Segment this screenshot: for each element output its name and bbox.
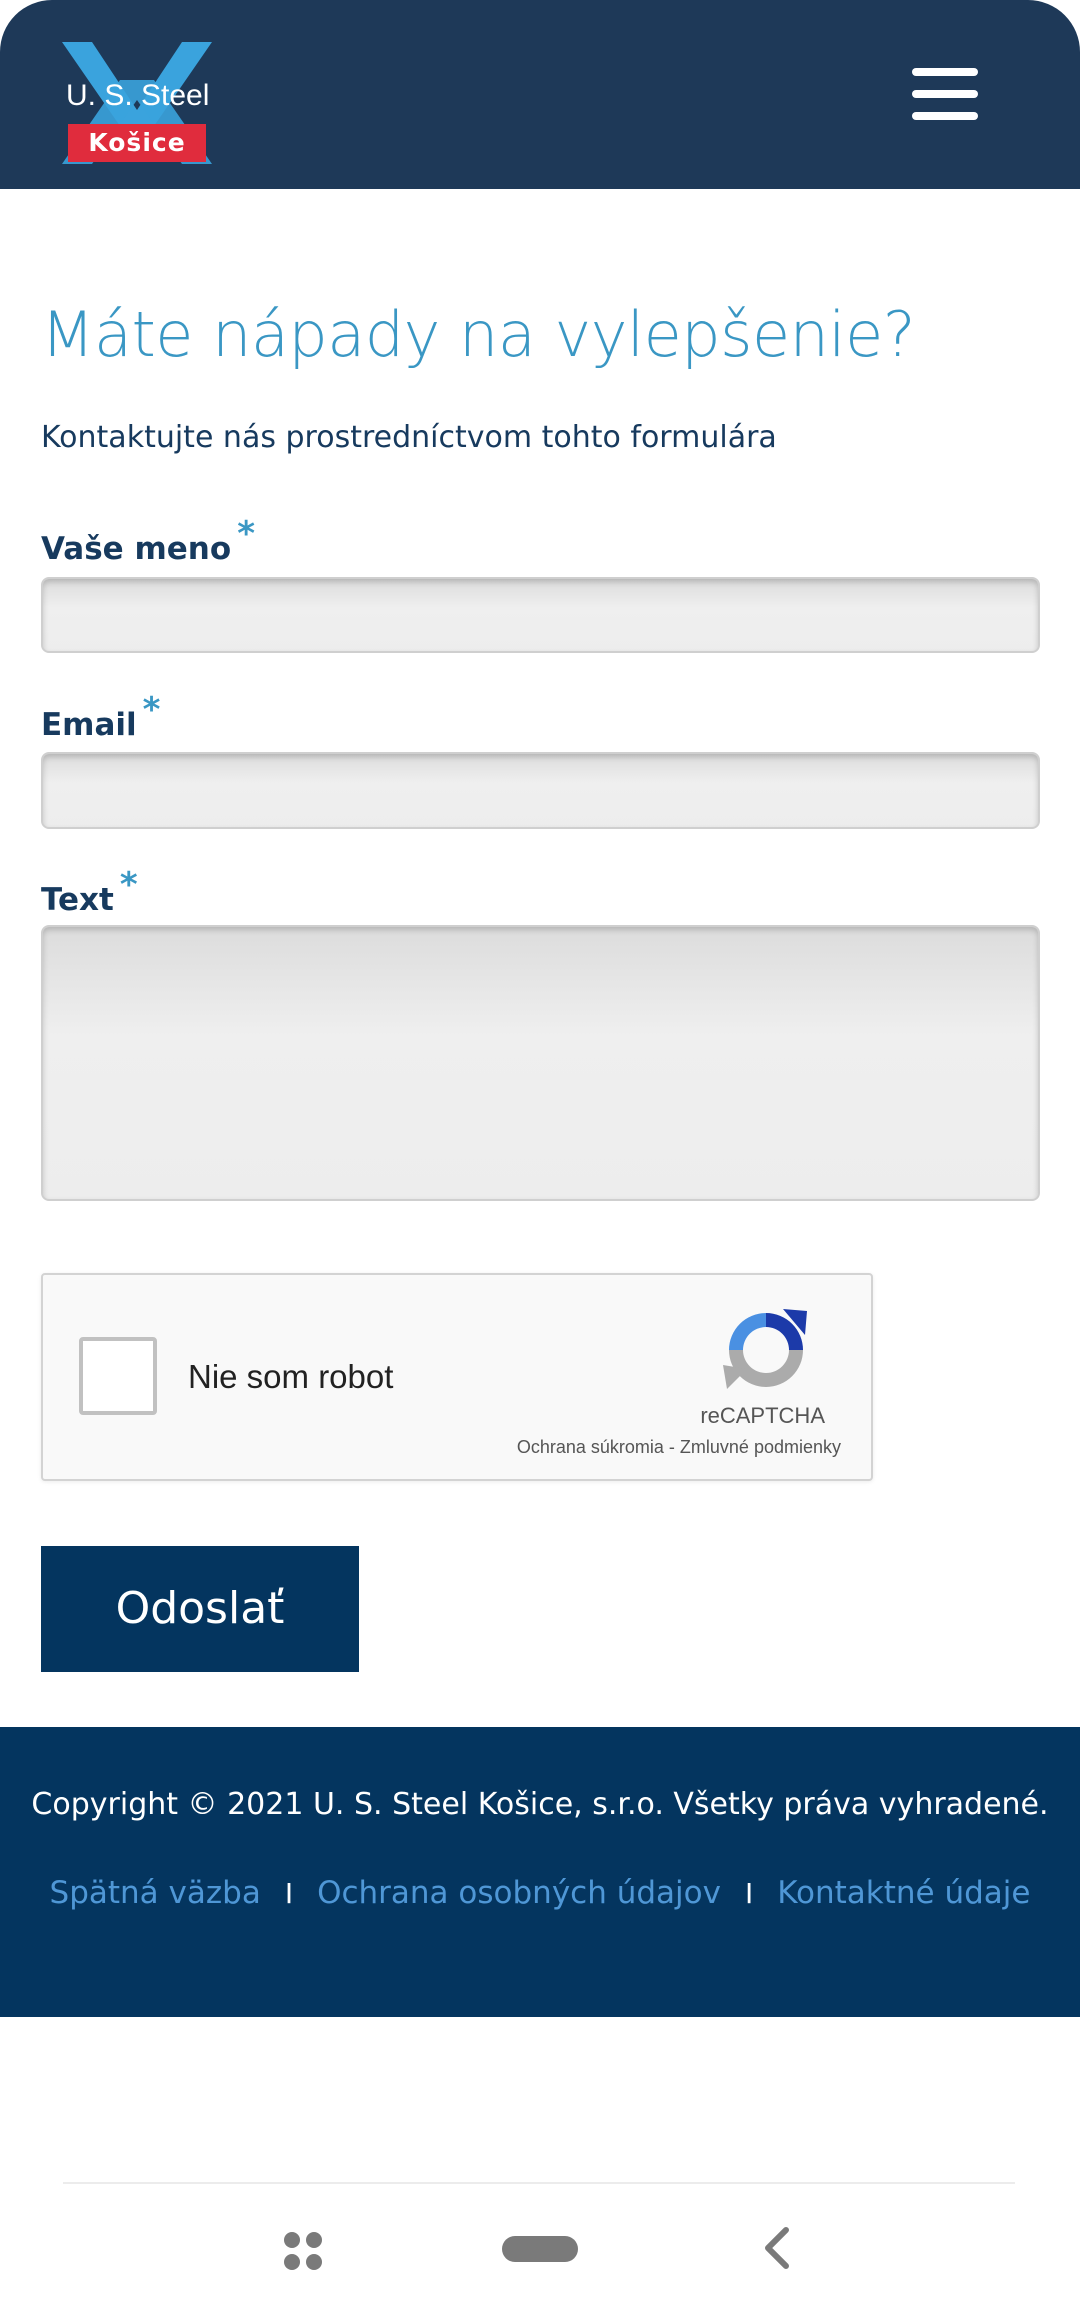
recaptcha-widget: Nie som robot reCAPTCHA Ochrana súkromia… — [41, 1273, 873, 1481]
recaptcha-checkbox[interactable] — [79, 1337, 157, 1415]
text-label-text: Text — [41, 882, 114, 918]
footer-separator: I — [744, 1877, 754, 1910]
text-area[interactable] — [41, 925, 1040, 1201]
email-label-text: Email — [41, 707, 137, 743]
us-steel-kosice-logo[interactable]: U. S. Steel Košice — [62, 40, 212, 164]
recent-apps-icon[interactable] — [284, 2232, 322, 2270]
recaptcha-links-separator: - — [663, 1437, 680, 1457]
footer-link-contact[interactable]: Kontaktné údaje — [777, 1875, 1030, 1911]
site-footer: Copyright © 2021 U. S. Steel Košice, s.r… — [0, 1727, 1080, 2017]
logo-text: U. S. Steel — [66, 79, 210, 112]
name-label-text: Vaše meno — [41, 531, 232, 567]
recaptcha-terms-link[interactable]: Zmluvné podmienky — [680, 1437, 841, 1457]
footer-links: Spätná väzba I Ochrana osobných údajov I Kon… — [0, 1875, 1080, 1911]
footer-link-privacy[interactable]: Ochrana osobných údajov — [317, 1875, 721, 1911]
submit-button[interactable]: Odoslať — [41, 1546, 359, 1672]
nav-bar-divider — [63, 2182, 1015, 2184]
recaptcha-brand: reCAPTCHA — [700, 1403, 825, 1428]
back-icon[interactable] — [760, 2226, 792, 2270]
email-label: Email * — [41, 690, 160, 744]
required-asterisk: * — [119, 865, 138, 905]
name-label: Vaše meno * — [41, 514, 255, 568]
text-label: Text * — [41, 865, 138, 919]
required-asterisk: * — [237, 514, 255, 554]
email-input[interactable] — [41, 752, 1040, 829]
footer-link-feedback[interactable]: Spätná väzba — [50, 1875, 261, 1911]
hamburger-menu-icon[interactable] — [912, 68, 978, 120]
recaptcha-links: Ochrana súkromia - Zmluvné podmienky — [517, 1437, 841, 1458]
page-title: Máte nápady na vylepšenie? — [41, 298, 916, 371]
recaptcha-label: Nie som robot — [188, 1358, 394, 1395]
logo-badge: Košice — [68, 124, 206, 162]
footer-separator: I — [284, 1877, 294, 1910]
recaptcha-privacy-link[interactable]: Ochrana súkromia — [517, 1437, 664, 1457]
recaptcha-logo-icon — [723, 1309, 807, 1389]
home-button[interactable] — [502, 2236, 578, 2262]
required-asterisk: * — [142, 690, 161, 730]
copyright-text: Copyright © 2021 U. S. Steel Košice, s.r… — [31, 1787, 1049, 1822]
site-header: U. S. Steel Košice — [0, 0, 1080, 189]
name-input[interactable] — [41, 577, 1040, 653]
page-subtitle: Kontaktujte nás prostredníctvom tohto fo… — [41, 420, 777, 455]
